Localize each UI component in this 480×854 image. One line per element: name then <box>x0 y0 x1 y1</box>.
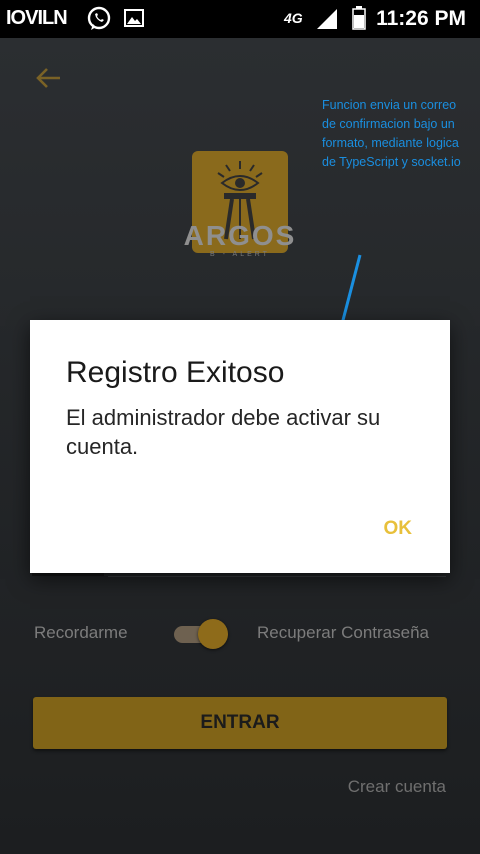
brand-subtitle: B - ALERT <box>210 251 270 258</box>
create-account-link[interactable]: Crear cuenta <box>348 777 446 797</box>
toggle-thumb <box>198 619 228 649</box>
brand-name: ARGOS <box>183 220 297 251</box>
whatsapp-icon <box>87 6 111 30</box>
remember-label: Recordarme <box>34 623 128 642</box>
back-arrow-icon[interactable] <box>34 66 62 90</box>
carrier-label: IOVILN <box>6 7 68 29</box>
recover-password-link[interactable]: Recuperar Contraseña <box>257 623 429 643</box>
annotation-note: Funcion envia un correo de confirmacion … <box>322 98 461 169</box>
success-dialog: Registro Exitoso El administrador debe a… <box>30 320 450 573</box>
gallery-icon <box>124 9 144 27</box>
remember-toggle[interactable] <box>174 617 230 651</box>
clock: 11:26 PM <box>376 7 466 30</box>
enter-button[interactable]: ENTRAR <box>33 697 447 749</box>
status-bar: IOVILN 4G 11:26 PM <box>0 0 480 38</box>
ok-button[interactable]: OK <box>384 518 413 540</box>
dialog-message: El administrador debe activar su cuenta. <box>66 405 381 459</box>
dialog-title: Registro Exitoso <box>66 356 285 389</box>
signal-icon <box>317 9 337 29</box>
network-type-label: 4G <box>284 10 303 26</box>
battery-icon <box>352 6 366 30</box>
